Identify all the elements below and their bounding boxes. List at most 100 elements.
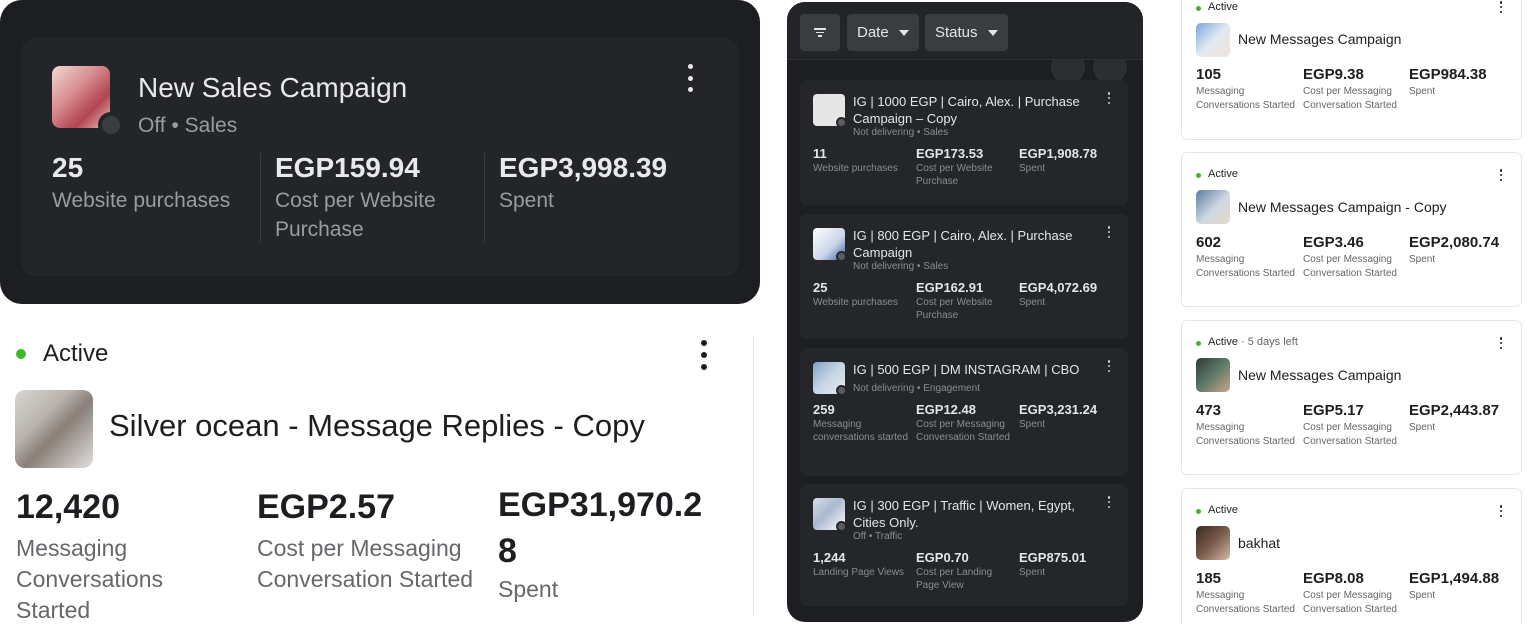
campaign-list-item[interactable]: IG | 300 EGP | Traffic | Women, Egypt, C… bbox=[800, 484, 1128, 606]
campaign-list-item[interactable]: IG | 800 EGP | Cairo, Alex. | Purchase C… bbox=[800, 214, 1128, 339]
metric-value: 473 bbox=[1196, 402, 1222, 419]
metric-results: 1,244 Landing Page Views bbox=[813, 550, 911, 579]
metric-value: EGP2,443.87 bbox=[1409, 402, 1500, 419]
delivery-status: Not delivering bbox=[853, 383, 915, 394]
metric-value: 602 bbox=[1196, 234, 1222, 251]
more-options-icon[interactable] bbox=[1498, 1, 1504, 13]
metric-value: EGP3.46 bbox=[1303, 234, 1364, 251]
metric-cost: EGP12.48 Cost per Messaging Conversation… bbox=[916, 402, 1014, 444]
metric-results: 259 Messaging conversations started bbox=[813, 402, 911, 444]
delivery-status: Not delivering bbox=[853, 261, 915, 272]
campaign-list-item[interactable]: IG | 1000 EGP | Cairo, Alex. | Purchase … bbox=[800, 80, 1128, 205]
more-options-icon[interactable] bbox=[1106, 226, 1112, 238]
more-options-icon[interactable] bbox=[1106, 360, 1112, 372]
metric-results: 11 Website purchases bbox=[813, 146, 911, 175]
metric-label: Spent bbox=[499, 189, 554, 212]
campaign-title: bakhat bbox=[1238, 535, 1281, 551]
campaign-card-light[interactable]: Active New Messages Campaign 105 Messagi… bbox=[1181, 0, 1522, 140]
metric-spent: EGP2,080.74 Spent bbox=[1409, 234, 1517, 267]
more-options-icon[interactable] bbox=[1498, 505, 1504, 517]
campaign-objective: Traffic bbox=[875, 531, 903, 542]
metric-value: 25 bbox=[813, 280, 828, 295]
campaign-list-dark: Date Status IG | 1000 EGP | Cairo, Alex.… bbox=[787, 2, 1143, 622]
metric-value: EGP984.38 bbox=[1409, 66, 1487, 83]
metric-label: Spent bbox=[1019, 567, 1046, 578]
campaign-title: New Messages Campaign bbox=[1238, 367, 1402, 383]
metric-value: EGP5.17 bbox=[1303, 402, 1364, 419]
metric-cost: EGP8.08 Cost per Messaging Conversation … bbox=[1303, 570, 1403, 617]
metric-label: Spent bbox=[1019, 163, 1046, 174]
metric-label: Messaging conversations started bbox=[813, 419, 909, 443]
campaign-status: Active bbox=[1208, 336, 1238, 348]
status-filter-dropdown[interactable]: Status bbox=[925, 14, 1008, 51]
metric-spent: EGP984.38 Spent bbox=[1409, 66, 1517, 99]
metric-results: 25 Website purchases bbox=[813, 280, 911, 309]
campaign-list-item[interactable]: IG | 500 EGP | DM INSTAGRAM | CBO Not de… bbox=[800, 348, 1128, 476]
campaign-card-light[interactable]: Active New Messages Campaign - Copy 602 … bbox=[1181, 152, 1522, 307]
metric-value: EGP173.53 bbox=[916, 146, 984, 161]
metric-results: 25 Website purchases bbox=[52, 152, 230, 215]
campaign-status: Active bbox=[1208, 168, 1238, 180]
campaign-status-line: Off • Sales bbox=[138, 114, 237, 138]
metric-cost: EGP5.17 Cost per Messaging Conversation … bbox=[1303, 402, 1403, 449]
campaign-delivery-line: Off • Traffic bbox=[853, 531, 903, 542]
metric-value: 185 bbox=[1196, 570, 1222, 587]
metric-spent: EGP1,494.88 Spent bbox=[1409, 570, 1517, 603]
metric-label: Spent bbox=[1019, 297, 1046, 308]
metric-cost: EGP3.46 Cost per Messaging Conversation … bbox=[1303, 234, 1403, 281]
metric-label: Messaging Conversations Started bbox=[1196, 254, 1295, 279]
campaign-title[interactable]: New Sales Campaign bbox=[138, 72, 407, 104]
metric-spent: EGP31,970.28 Spent bbox=[498, 486, 720, 605]
campaign-status: Active bbox=[1208, 504, 1238, 516]
metric-value: EGP1,908.78 bbox=[1019, 146, 1098, 161]
metric-label: Website purchases bbox=[813, 163, 898, 174]
metric-label: Landing Page Views bbox=[813, 567, 904, 578]
filter-icon[interactable] bbox=[800, 14, 840, 51]
campaign-card-light[interactable]: Active · 5 days left New Messages Campai… bbox=[1181, 320, 1522, 475]
metric-cost: EGP9.38 Cost per Messaging Conversation … bbox=[1303, 66, 1403, 113]
campaign-objective: Engagement bbox=[923, 383, 980, 394]
metric-value: 105 bbox=[1196, 66, 1222, 83]
campaign-delivery-line: Not delivering • Sales bbox=[853, 261, 949, 272]
metric-label: Cost per Landing Page View bbox=[916, 567, 993, 591]
campaign-delivery-line: Not delivering • Engagement bbox=[853, 383, 980, 394]
metric-label: Cost per Messaging Conversation Started bbox=[1303, 590, 1397, 615]
metric-value: EGP2,080.74 bbox=[1409, 234, 1500, 251]
metric-value: 259 bbox=[813, 402, 835, 417]
metric-label: Cost per Messaging Conversation Started bbox=[1303, 422, 1397, 447]
campaign-thumbnail bbox=[1196, 190, 1230, 224]
status-active-dot bbox=[1196, 6, 1201, 11]
more-options-icon[interactable] bbox=[1106, 496, 1112, 508]
more-options-icon[interactable] bbox=[1498, 337, 1504, 349]
card-border bbox=[753, 336, 754, 616]
campaign-title: New Messages Campaign - Copy bbox=[1238, 199, 1447, 215]
metric-label: Cost per Website Purchase bbox=[916, 163, 993, 187]
campaign-thumbnail bbox=[1196, 23, 1230, 57]
more-options-icon[interactable] bbox=[1106, 92, 1112, 104]
metric-results: 185 Messaging Conversations Started bbox=[1196, 570, 1296, 617]
metric-divider bbox=[260, 153, 261, 243]
metric-value: EGP875.01 bbox=[1019, 550, 1087, 565]
date-filter-dropdown[interactable]: Date bbox=[847, 14, 919, 51]
campaign-title: IG | 1000 EGP | Cairo, Alex. | Purchase … bbox=[853, 94, 1080, 126]
metric-value: EGP4,072.69 bbox=[1019, 280, 1098, 295]
campaign-status-line: Active bbox=[1208, 1, 1238, 13]
more-options-icon[interactable] bbox=[1498, 169, 1504, 181]
screenshot-collage: New Sales Campaign Off • Sales 25 Websit… bbox=[0, 0, 1527, 624]
metric-cost: EGP0.70 Cost per Landing Page View bbox=[916, 550, 1014, 592]
campaign-title[interactable]: Silver ocean - Message Replies - Copy bbox=[109, 408, 645, 444]
campaign-title: IG | 300 EGP | Traffic | Women, Egypt, C… bbox=[853, 498, 1075, 530]
campaign-card-light[interactable]: Active bakhat 185 Messaging Conversation… bbox=[1181, 488, 1522, 624]
more-options-icon[interactable] bbox=[680, 64, 700, 92]
metric-results: 602 Messaging Conversations Started bbox=[1196, 234, 1296, 281]
more-options-icon[interactable] bbox=[694, 340, 714, 370]
campaign-status-line: Active bbox=[1208, 504, 1238, 516]
campaign-title: New Messages Campaign bbox=[1238, 31, 1402, 47]
metric-label: Cost per Website Purchase bbox=[275, 189, 436, 241]
metric-label: Spent bbox=[1409, 590, 1436, 601]
campaign-objective: Sales bbox=[923, 261, 949, 272]
metric-label: Messaging Conversations Started bbox=[1196, 590, 1295, 615]
status-active-dot bbox=[1196, 173, 1201, 178]
status-dot bbox=[836, 251, 847, 262]
status-dot bbox=[836, 117, 847, 128]
